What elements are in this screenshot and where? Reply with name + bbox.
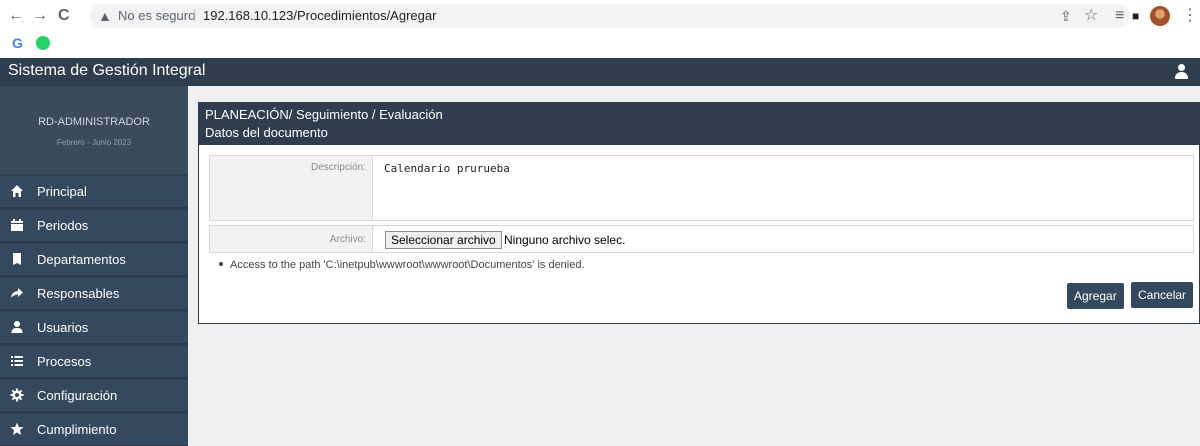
sidebar-item-label: Responsables — [37, 286, 120, 301]
home-icon — [11, 185, 23, 197]
add-button[interactable]: Agregar — [1067, 283, 1124, 309]
side-panel-icon[interactable]: ■ — [1132, 6, 1139, 26]
google-bookmark-icon[interactable]: G — [12, 35, 23, 51]
description-label: Descripción: — [310, 162, 366, 173]
file-row: Archivo: Seleccionar archivo Ninguno arc… — [209, 225, 1194, 253]
sidebar-item-label: Procesos — [37, 354, 92, 369]
sidebar-item-cumplimiento[interactable]: Cumplimiento — [0, 414, 188, 446]
file-status: Ninguno archivo selec. — [504, 233, 626, 247]
panel-header: PLANEACIÓN/ Seguimiento / Evaluación Dat… — [199, 103, 1199, 145]
reload-icon[interactable]: C — [58, 6, 70, 26]
sidebar-item-configuracion[interactable]: Configuración — [0, 380, 188, 412]
share-icon[interactable]: ⇪ — [1060, 6, 1072, 26]
sidebar-item-label: Usuarios — [37, 320, 89, 335]
error-message: Access to the path 'C:\inetpub\wwwroot\w… — [230, 259, 585, 271]
star-icon — [10, 422, 24, 435]
error-bullet — [219, 262, 223, 266]
sidebar-item-periodos[interactable]: Periodos — [0, 210, 188, 242]
browser-menu-icon[interactable]: ⋮ — [1182, 6, 1198, 26]
panel-title: Datos del documento — [205, 125, 328, 140]
cancel-button[interactable]: Cancelar — [1131, 282, 1194, 308]
gear-icon — [10, 388, 24, 402]
description-input[interactable]: Calendario prurueba — [384, 162, 510, 175]
file-label: Archivo: — [329, 234, 366, 245]
sidebar-item-label: Principal — [37, 184, 87, 199]
browser-chrome: ← → C ▲ No es seguro | 192.168.10.123/Pr… — [0, 0, 1200, 58]
bookmark-star-icon[interactable]: ☆ — [1084, 6, 1098, 26]
forward-icon[interactable]: → — [32, 6, 48, 26]
document-form-panel: PLANEACIÓN/ Seguimiento / Evaluación Dat… — [198, 102, 1200, 324]
user-icon — [11, 321, 23, 333]
sidebar-item-principal[interactable]: Principal — [0, 176, 188, 208]
url-text[interactable]: 192.168.10.123/Procedimientos/Agregar — [203, 8, 436, 23]
warning-icon[interactable]: ▲ — [98, 7, 112, 25]
sidebar-item-responsables[interactable]: Responsables — [0, 278, 188, 310]
url-separator: | — [193, 7, 197, 22]
app-topbar: Sistema de Gestión Integral — [0, 58, 1200, 86]
security-status[interactable]: No es seguro — [118, 8, 195, 23]
reading-list-icon[interactable]: ≡ — [1115, 6, 1124, 26]
choose-file-button[interactable]: Seleccionar archivo — [385, 231, 502, 249]
app-title[interactable]: Sistema de Gestión Integral — [8, 62, 205, 80]
book-icon — [13, 253, 21, 265]
calendar-icon — [11, 219, 23, 231]
sidebar-item-usuarios[interactable]: Usuarios — [0, 312, 188, 344]
sidebar-item-label: Periodos — [37, 218, 89, 233]
back-icon[interactable]: ← — [8, 6, 24, 26]
sidebar-item-label: Cumplimiento — [37, 422, 117, 437]
profile-avatar[interactable] — [1150, 6, 1170, 26]
whatsapp-bookmark-icon[interactable] — [36, 36, 50, 50]
list-icon — [11, 356, 23, 366]
profile-panel: RD-ADMINISTRADOR Febrero - Junio 2023 — [0, 86, 188, 174]
sidebar-item-label: Departamentos — [37, 252, 126, 267]
share-icon — [11, 288, 23, 298]
profile-period: Febrero - Junio 2023 — [56, 138, 132, 147]
description-row: Descripción: Calendario prurueba — [209, 155, 1194, 221]
sidebar-item-departamentos[interactable]: Departamentos — [0, 244, 188, 276]
breadcrumb: PLANEACIÓN/ Seguimiento / Evaluación — [205, 107, 443, 122]
user-menu-icon[interactable] — [1174, 64, 1188, 80]
sidebar-item-label: Configuración — [37, 388, 118, 403]
sidebar-item-procesos[interactable]: Procesos — [0, 346, 188, 378]
profile-name: RD-ADMINISTRADOR — [38, 116, 150, 128]
sidebar: RD-ADMINISTRADOR Febrero - Junio 2023 Pr… — [0, 86, 188, 446]
